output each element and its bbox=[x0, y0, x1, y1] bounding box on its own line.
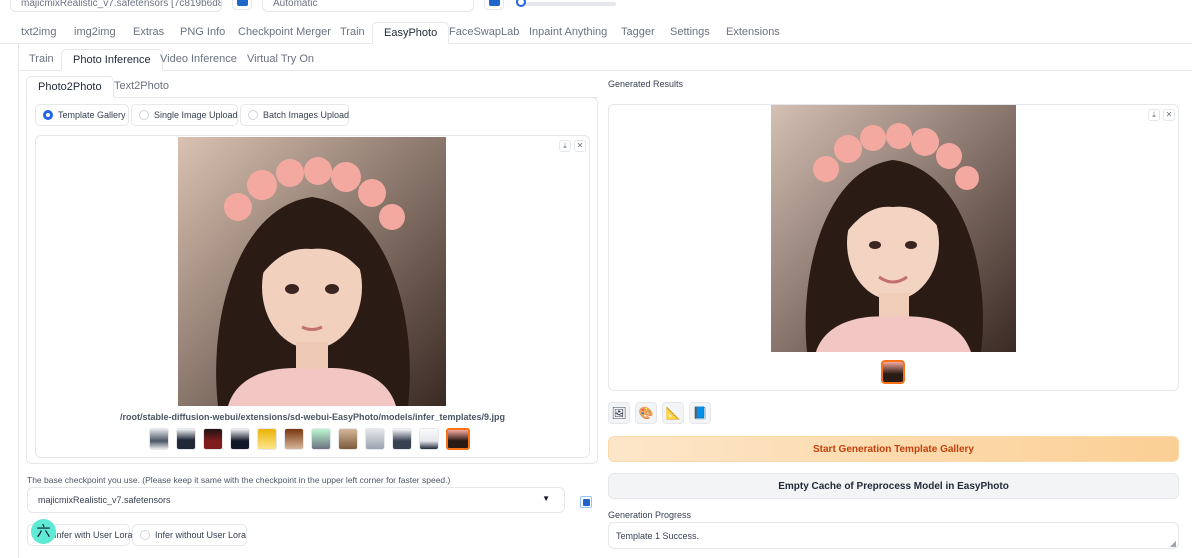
radio-template-gallery[interactable]: Template Gallery bbox=[35, 104, 129, 126]
close-icon[interactable]: ✕ bbox=[574, 140, 586, 152]
template-thumb-11[interactable] bbox=[419, 428, 439, 450]
refresh-icon bbox=[237, 0, 248, 6]
subtab-video-inference[interactable]: Video Inference bbox=[160, 49, 237, 71]
vae-select-value: Automatic bbox=[273, 0, 318, 9]
template-thumb-6[interactable] bbox=[284, 428, 304, 450]
mode-tab-bar: Photo2Photo Text2Photo bbox=[26, 76, 598, 98]
generated-result-image bbox=[771, 105, 1016, 352]
vae-select[interactable]: Automatic bbox=[262, 0, 474, 12]
save-result-button[interactable]: 📘 bbox=[689, 402, 711, 424]
template-thumb-7[interactable] bbox=[311, 428, 331, 450]
template-thumb-12-selected[interactable] bbox=[446, 428, 470, 450]
results-tools: ⤓ ✕ bbox=[1148, 109, 1175, 121]
main-tab-bar: txt2img img2img Extras PNG Info Checkpoi… bbox=[0, 22, 1192, 44]
book-icon: 📘 bbox=[692, 406, 708, 420]
progress-text: Template 1 Success. bbox=[616, 531, 700, 541]
tab-tagger[interactable]: Tagger bbox=[621, 22, 655, 44]
tab-photo2photo[interactable]: Photo2Photo bbox=[26, 76, 114, 98]
template-thumb-9[interactable] bbox=[365, 428, 385, 450]
radio-label: Template Gallery bbox=[58, 110, 126, 120]
subtab-train[interactable]: Train bbox=[29, 49, 54, 71]
chevron-down-icon: ▼ bbox=[542, 494, 550, 503]
tab-text2photo[interactable]: Text2Photo bbox=[114, 76, 169, 98]
subtab-virtual-try-on[interactable]: Virtual Try On bbox=[247, 49, 314, 71]
checkpoint-value: majicmixRealistic_v7.safetensors bbox=[38, 495, 171, 505]
radio-dot bbox=[140, 530, 150, 540]
generation-progress-output[interactable]: Template 1 Success. ◢ bbox=[608, 522, 1179, 549]
generated-results-label: Generated Results bbox=[608, 79, 684, 89]
radio-dot bbox=[248, 110, 258, 120]
clip-skip-slider[interactable] bbox=[516, 2, 616, 6]
palette-icon: 🎨 bbox=[638, 406, 654, 420]
tab-checkpoint-merger[interactable]: Checkpoint Merger bbox=[238, 22, 331, 44]
tab-inpaint-anything[interactable]: Inpaint Anything bbox=[529, 22, 607, 44]
template-thumb-2[interactable] bbox=[176, 428, 196, 450]
tab-extensions[interactable]: Extensions bbox=[726, 22, 780, 44]
template-thumb-4[interactable] bbox=[230, 428, 250, 450]
tab-settings[interactable]: Settings bbox=[670, 22, 710, 44]
empty-cache-button[interactable]: Empty Cache of Preprocess Model in EasyP… bbox=[608, 473, 1179, 499]
send-to-inpaint-button[interactable]: 🎨 bbox=[635, 402, 657, 424]
result-thumbnail-selected[interactable] bbox=[881, 360, 905, 384]
template-thumb-1[interactable] bbox=[149, 428, 169, 450]
template-thumb-10[interactable] bbox=[392, 428, 412, 450]
download-icon[interactable]: ⤓ bbox=[1148, 109, 1160, 121]
resize-handle-icon[interactable]: ◢ bbox=[1170, 539, 1176, 548]
refresh-vae-button[interactable] bbox=[484, 0, 504, 10]
checkpoint-dropdown[interactable]: majicmixRealistic_v7.safetensors ▼ bbox=[27, 487, 565, 513]
tab-png-info[interactable]: PNG Info bbox=[180, 22, 225, 44]
tab-extras[interactable]: Extras bbox=[133, 22, 164, 44]
generation-progress-label: Generation Progress bbox=[608, 510, 692, 520]
template-thumb-5[interactable] bbox=[257, 428, 277, 450]
refresh-icon bbox=[583, 499, 590, 506]
sub-tab-bar: Train Photo Inference Video Inference Vi… bbox=[18, 49, 1192, 71]
image-icon: 🖼 bbox=[611, 406, 627, 420]
download-icon[interactable]: ⤓ bbox=[559, 140, 571, 152]
tab-img2img[interactable]: img2img bbox=[74, 22, 116, 44]
tab-train[interactable]: Train bbox=[340, 22, 365, 44]
radio-label: Single Image Upload bbox=[154, 110, 238, 120]
radio-label: Batch Images Upload bbox=[263, 110, 350, 120]
close-icon[interactable]: ✕ bbox=[1163, 109, 1175, 121]
template-thumb-3[interactable] bbox=[203, 428, 223, 450]
radio-infer-without-user-lora[interactable]: Infer without User Lora bbox=[132, 524, 247, 546]
template-thumb-8[interactable] bbox=[338, 428, 358, 450]
floating-assistant-badge[interactable]: 六 bbox=[31, 519, 56, 544]
badge-glyph: 六 bbox=[36, 523, 51, 539]
refresh-checkpoint-button[interactable] bbox=[580, 496, 592, 508]
triangle-ruler-icon: 📐 bbox=[665, 406, 681, 420]
tab-faceswaplab[interactable]: FaceSwapLab bbox=[449, 22, 519, 44]
radio-dot-selected bbox=[43, 110, 53, 120]
radio-single-image-upload[interactable]: Single Image Upload bbox=[131, 104, 238, 126]
gallery-tools: ⤓ ✕ bbox=[559, 140, 586, 152]
radio-label: Infer with User Lora bbox=[54, 530, 133, 540]
send-to-extras-button[interactable]: 📐 bbox=[662, 402, 684, 424]
checkpoint-label: The base checkpoint you use. (Please kee… bbox=[27, 475, 451, 485]
template-path: /root/stable-diffusion-webui/extensions/… bbox=[119, 412, 506, 422]
template-thumbnails bbox=[149, 428, 470, 450]
tab-easyphoto[interactable]: EasyPhoto bbox=[372, 22, 450, 44]
refresh-icon bbox=[489, 0, 500, 6]
send-to-img2img-button[interactable]: 🖼 bbox=[608, 402, 630, 424]
model-select[interactable]: majicmixRealistic_v7.safetensors [7c819b… bbox=[10, 0, 222, 12]
radio-batch-images-upload[interactable]: Batch Images Upload bbox=[240, 104, 349, 126]
refresh-model-button[interactable] bbox=[232, 0, 252, 10]
subtab-photo-inference[interactable]: Photo Inference bbox=[61, 49, 163, 71]
tab-txt2img[interactable]: txt2img bbox=[21, 22, 56, 44]
template-preview-image bbox=[178, 137, 446, 406]
start-generation-button[interactable]: Start Generation Template Gallery bbox=[608, 436, 1179, 462]
radio-dot bbox=[139, 110, 149, 120]
radio-label: Infer without User Lora bbox=[155, 530, 247, 540]
model-select-value: majicmixRealistic_v7.safetensors [7c819b… bbox=[21, 0, 222, 9]
